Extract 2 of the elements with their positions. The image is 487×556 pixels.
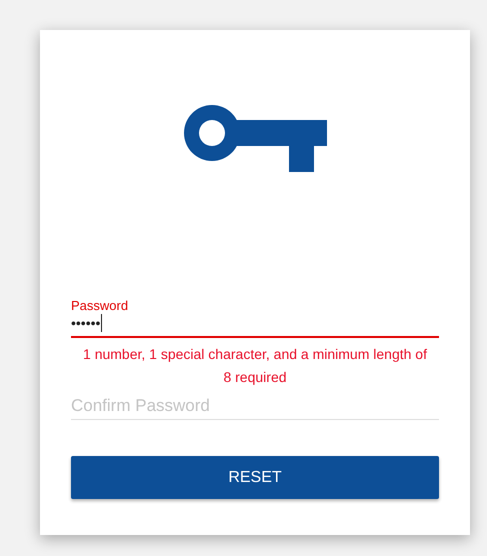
reset-button[interactable]: RESET [71,456,439,499]
password-field[interactable]: Password •••••• [71,290,439,338]
